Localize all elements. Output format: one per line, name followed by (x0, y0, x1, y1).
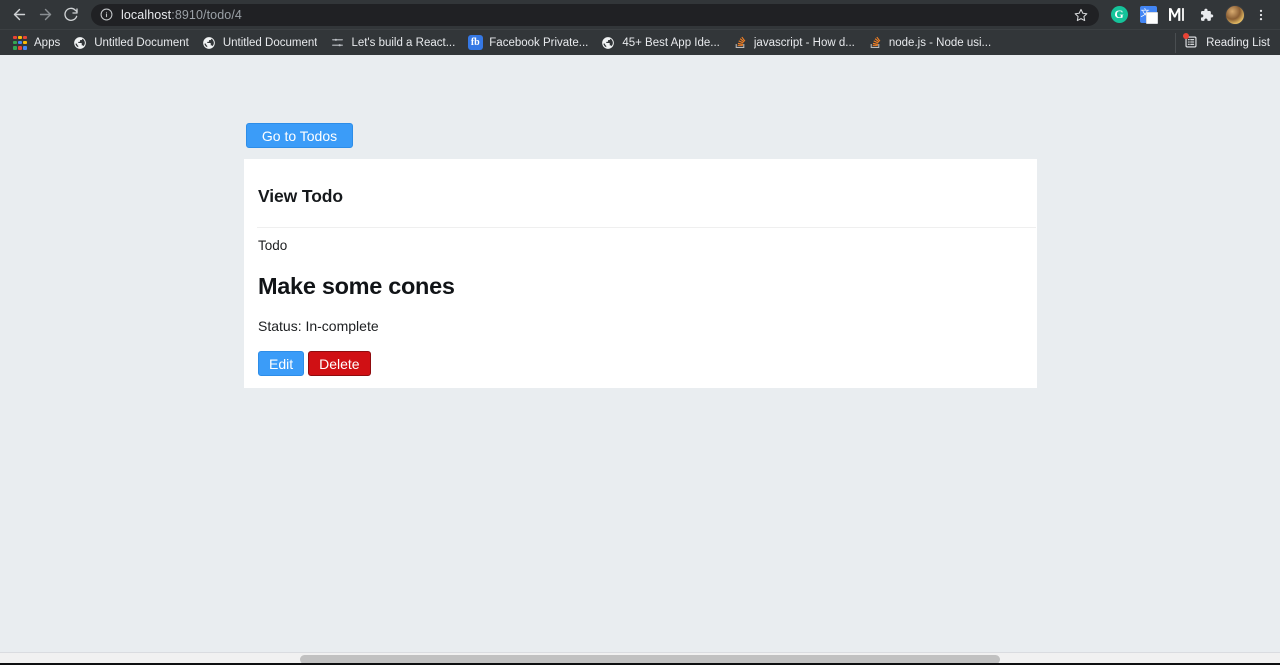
bookmark-label: 45+ Best App Ide... (622, 36, 720, 49)
bookmark-label: Facebook Private... (489, 36, 589, 49)
bookmark-item-4[interactable]: 45+ Best App Ide... (596, 33, 728, 53)
profile-avatar (1225, 4, 1245, 25)
view-todo-card: View Todo Todo Make some cones Status: I… (244, 159, 1037, 388)
globe-icon (600, 35, 616, 51)
globe-icon (72, 35, 88, 51)
go-to-todos-button[interactable]: Go to Todos (246, 123, 353, 148)
reload-button[interactable] (58, 2, 84, 28)
globe-icon (201, 35, 217, 51)
bookmark-item-5[interactable]: javascript - How d... (728, 33, 863, 53)
bookmark-label: Apps (34, 36, 61, 49)
extensions-button[interactable] (1192, 1, 1220, 29)
todo-field-label: Todo (258, 238, 288, 253)
grammarly-extension-button[interactable]: G (1105, 1, 1133, 29)
info-circle-icon[interactable] (100, 8, 113, 21)
reload-icon (64, 7, 78, 21)
bookmark-label: Untitled Document (94, 36, 189, 49)
sliders-icon (329, 35, 345, 51)
medium-icon (1168, 8, 1186, 21)
delete-button[interactable]: Delete (308, 351, 371, 376)
extensions-puzzle-icon (1198, 7, 1214, 23)
reading-list-icon (1183, 32, 1200, 51)
facebook-icon: fb (467, 35, 483, 51)
todo-app-page: Go to Todos View Todo Todo Make some con… (0, 55, 1280, 388)
stackoverflow-icon (732, 35, 748, 51)
arrow-left-icon (13, 8, 25, 21)
bookmarks-bar: Apps Untitled Document Untitled Document (0, 29, 1280, 55)
reading-list-button[interactable]: Reading List (1175, 32, 1276, 53)
google-translate-button[interactable] (1134, 1, 1162, 29)
todo-status: Status: In-complete (258, 318, 379, 334)
bookmark-item-6[interactable]: node.js - Node usi... (863, 33, 999, 53)
bookmark-item-3[interactable]: fb Facebook Private... (463, 33, 596, 53)
todo-actions: Edit Delete (258, 351, 1016, 376)
bookmark-item-2[interactable]: Let's build a React... (325, 33, 463, 53)
chrome-menu-icon (1254, 8, 1268, 22)
arrow-right-icon (39, 8, 51, 21)
browser-toolbar: localhost:8910/todo/4 G (0, 0, 1280, 29)
bookmark-label: javascript - How d... (753, 36, 855, 49)
bookmark-item-1[interactable]: Untitled Document (197, 33, 326, 53)
bookmark-label: Let's build a React... (351, 36, 456, 49)
back-button[interactable] (6, 2, 32, 28)
page-title: View Todo (258, 186, 343, 206)
stackoverflow-icon (867, 35, 883, 51)
google-translate-icon (1139, 6, 1158, 24)
forward-button[interactable] (32, 2, 58, 28)
reading-list-label: Reading List (1206, 36, 1270, 49)
address-bar[interactable]: localhost:8910/todo/4 (91, 3, 1099, 26)
bookmark-item-0[interactable]: Untitled Document (68, 33, 197, 53)
bookmark-label: Untitled Document (222, 36, 318, 49)
grammarly-icon: G (1110, 6, 1128, 23)
browser-chrome: localhost:8910/todo/4 G 文 Apps Untitled … (0, 0, 1280, 55)
bookmark-apps[interactable]: Apps (8, 33, 68, 53)
star-icon[interactable] (1069, 4, 1093, 26)
todo-title: Make some cones (258, 273, 455, 299)
medium-extension-button[interactable] (1163, 1, 1191, 29)
url-host: localhost (121, 7, 172, 22)
edit-button[interactable]: Edit (258, 351, 305, 376)
chrome-menu-button[interactable] (1250, 1, 1272, 29)
url-text: localhost:8910/todo/4 (121, 8, 1069, 22)
page-viewport: Go to Todos View Todo Todo Make some con… (0, 55, 1280, 665)
bookmark-label: node.js - Node usi... (888, 36, 992, 49)
divider (257, 227, 1036, 228)
apps-grid-icon (12, 35, 28, 51)
url-path: :8910/todo/4 (171, 7, 242, 22)
profile-button[interactable] (1221, 1, 1249, 29)
